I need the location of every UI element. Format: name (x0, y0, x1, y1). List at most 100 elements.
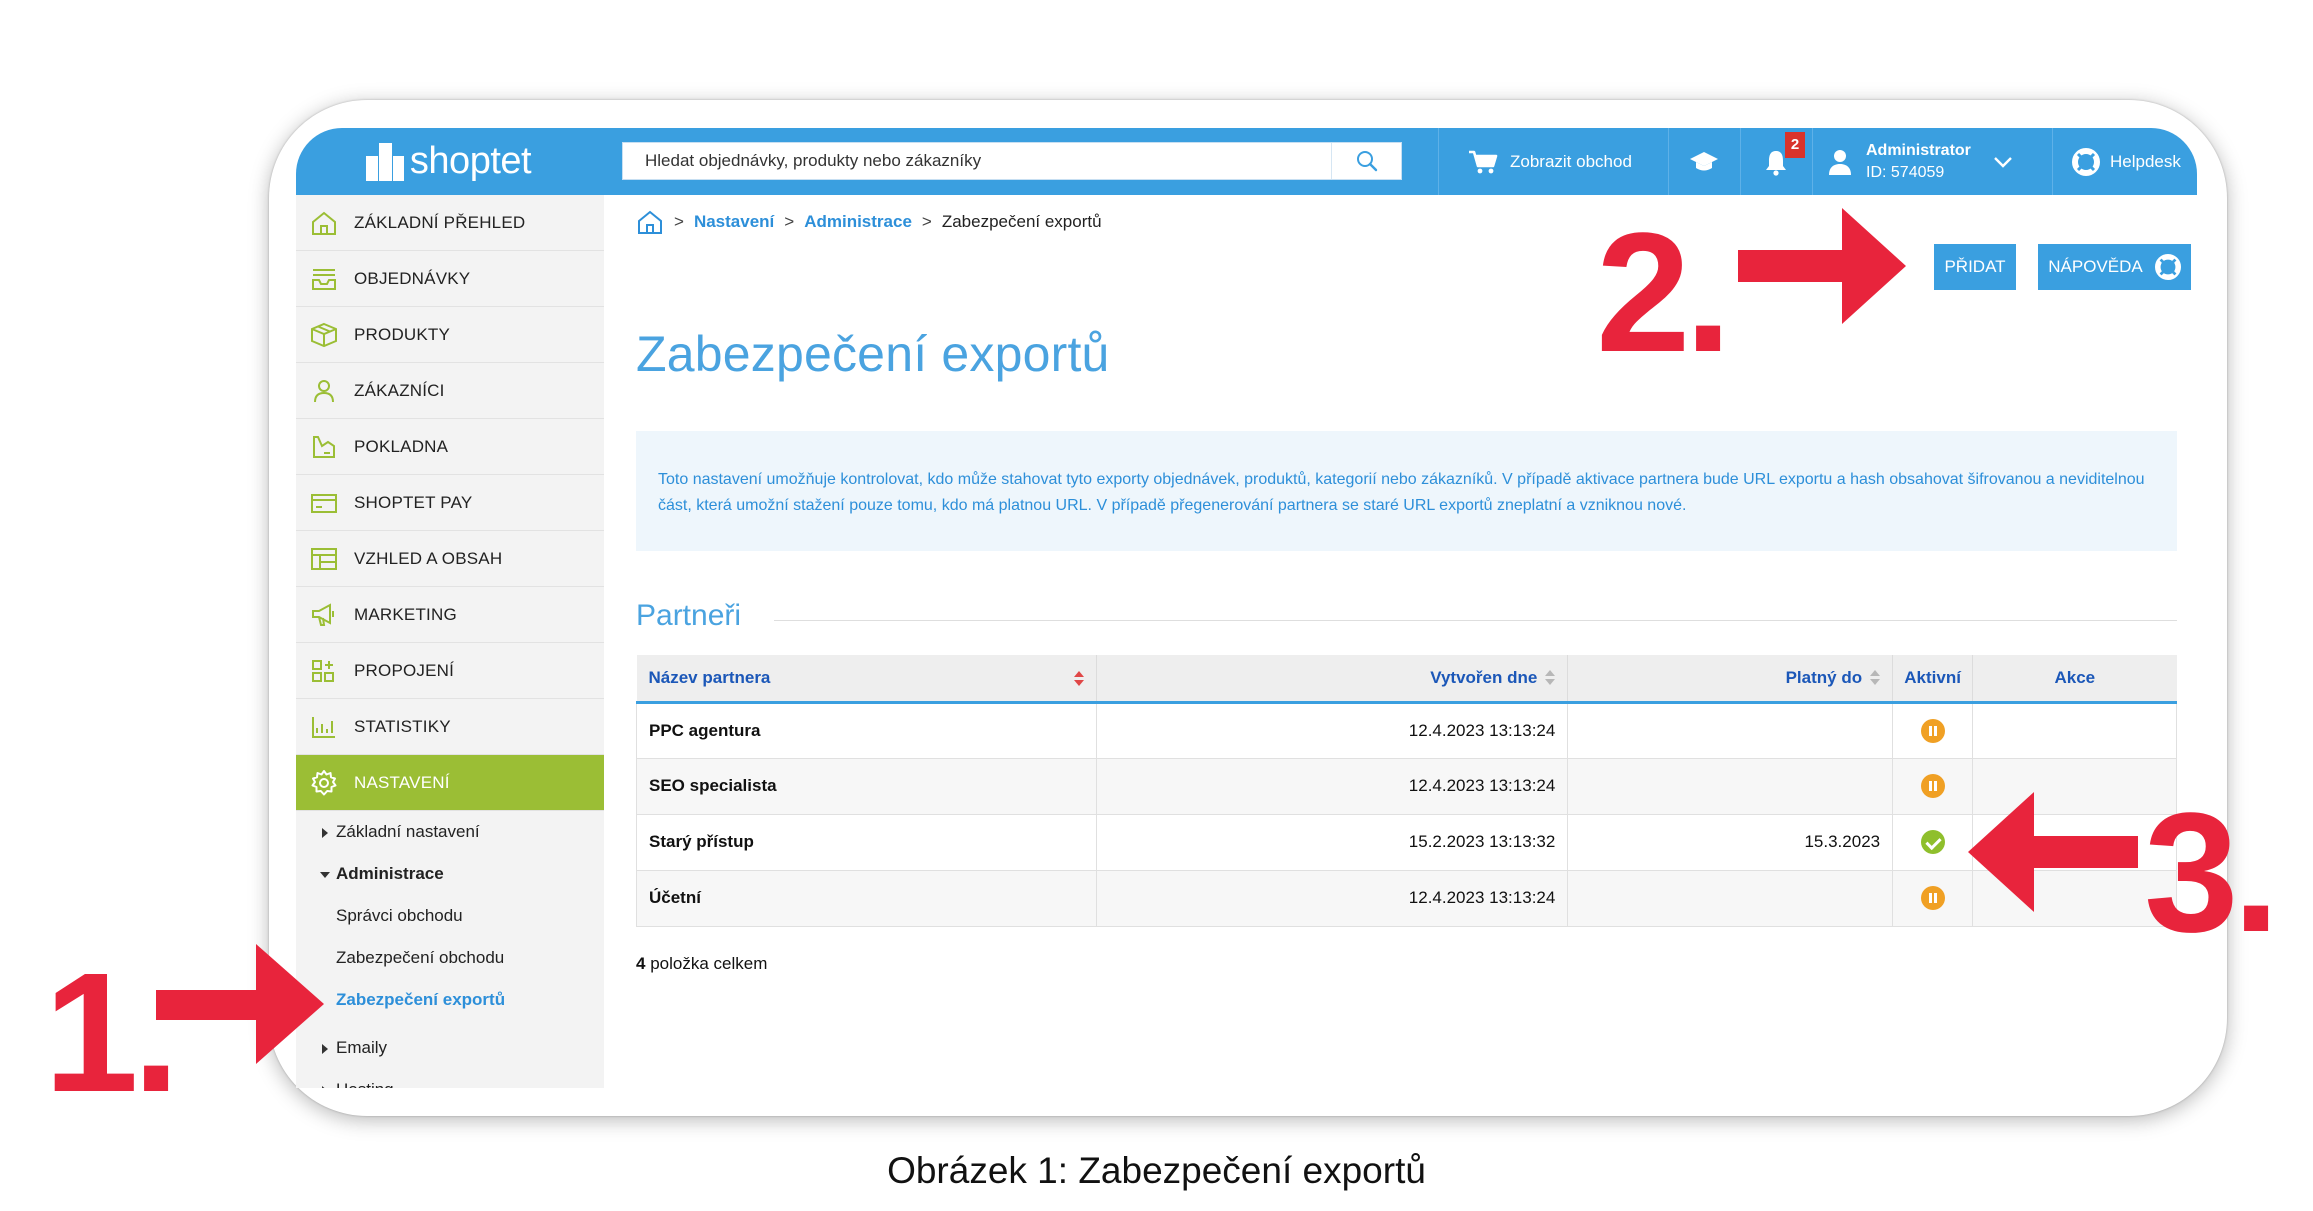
inbox-icon (300, 251, 348, 307)
sidebar-item-dashboard[interactable]: ZÁKLADNÍ PŘEHLED (296, 195, 604, 251)
help-button[interactable]: NÁPOVĚDA (2038, 244, 2191, 290)
active-cell (1892, 757, 1974, 815)
submenu-hosting[interactable]: Hosting (336, 1080, 394, 1088)
table-row[interactable]: SEO specialista 12.4.2023 13:13:24 (636, 757, 2177, 815)
topbar-divider (1438, 128, 1439, 195)
created-date: 12.4.2023 13:13:24 (1095, 869, 1569, 927)
column-header-name[interactable]: Název partnera (636, 655, 1097, 704)
breadcrumb-administration[interactable]: Administrace (804, 212, 912, 232)
user-menu[interactable]: Administrator ID: 574059 (1828, 128, 2022, 195)
section-divider (774, 620, 2177, 621)
breadcrumb-settings[interactable]: Nastavení (694, 212, 774, 232)
academy-button[interactable] (1668, 128, 1740, 195)
breadcrumb: > Nastavení > Administrace > Zabezpečení… (636, 210, 1102, 234)
valid-until (1567, 701, 1894, 759)
search-box[interactable]: Hledat objednávky, produkty nebo zákazní… (622, 142, 1402, 180)
caret-down-icon (320, 872, 330, 878)
logo-mark-icon (365, 142, 404, 181)
created-date: 12.4.2023 13:13:24 (1095, 757, 1569, 815)
sidebar-item-products[interactable]: PRODUKTY (296, 307, 604, 363)
register-icon (300, 419, 348, 475)
partner-name[interactable]: PPC agentura (636, 701, 1097, 759)
active-cell (1892, 813, 1974, 871)
pause-status-icon[interactable] (1920, 718, 1945, 743)
check-status-icon[interactable] (1920, 830, 1945, 854)
item-count-label: položka celkem (650, 954, 768, 973)
layout-icon (300, 531, 348, 587)
submenu-export-security[interactable]: Zabezpečení exportů (336, 990, 505, 1010)
megaphone-icon (300, 587, 348, 643)
shoptet-logo[interactable]: shoptet (296, 128, 601, 195)
sidebar-item-integrations[interactable]: PROPOJENÍ (296, 643, 604, 699)
annotation-number-2: 2. (1596, 198, 1732, 388)
sidebar-item-shoptet-pay[interactable]: SHOPTET PAY (296, 475, 604, 531)
sidebar-item-label: NASTAVENÍ (354, 772, 450, 792)
partner-name[interactable]: Účetní (636, 869, 1097, 927)
notification-badge: 2 (1785, 132, 1805, 158)
sidebar-item-settings[interactable]: NASTAVENÍ (296, 755, 604, 811)
submenu-basic-settings[interactable]: Základní nastavení (336, 822, 480, 842)
sort-icon[interactable] (1545, 670, 1556, 686)
sidebar-item-label: MARKETING (354, 604, 457, 624)
partner-name[interactable]: SEO specialista (636, 757, 1097, 815)
stage: { "app": { "logo_text": "shoptet", "sear… (0, 0, 2313, 1211)
home-icon[interactable] (636, 209, 664, 235)
show-store-button[interactable]: Zobrazit obchod (1468, 128, 1632, 195)
sidebar-item-marketing[interactable]: MARKETING (296, 587, 604, 643)
column-header-created[interactable]: Vytvořen dne (1096, 655, 1569, 704)
helpdesk-button[interactable]: Helpdesk (2072, 128, 2181, 195)
sidebar-item-statistics[interactable]: STATISTIKY (296, 699, 604, 755)
help-button-label: NÁPOVĚDA (2048, 257, 2143, 276)
user-name: Administrator (1866, 141, 1971, 159)
column-header-label: Název partnera (648, 667, 771, 687)
table-row[interactable]: PPC agentura 12.4.2023 13:13:24 (636, 701, 2177, 759)
page-title: Zabezpečení exportů (636, 326, 1110, 382)
submenu-store-admins[interactable]: Správci obchodu (336, 906, 463, 926)
breadcrumb-separator: > (784, 212, 795, 231)
sidebar-item-label: VZHLED A OBSAH (354, 548, 503, 568)
chevron-down-icon (1994, 156, 2012, 168)
pause-status-icon[interactable] (1920, 774, 1945, 798)
sidebar-item-label: STATISTIKY (354, 716, 451, 736)
helpdesk-label: Helpdesk (2110, 151, 2181, 171)
top-bar: shoptet Hledat objednávky, produkty nebo… (296, 128, 2197, 195)
sidebar-item-label: PRODUKTY (354, 324, 451, 344)
sort-icon[interactable] (1073, 671, 1084, 687)
table-header-row: Název partnera Vytvořen dne Platný do Ak… (636, 655, 2177, 704)
breadcrumb-separator: > (921, 212, 932, 231)
partner-name[interactable]: Starý přístup (636, 813, 1097, 871)
pause-status-icon[interactable] (1920, 886, 1945, 910)
sidebar-item-label: POKLADNA (354, 436, 449, 456)
submenu-store-security[interactable]: Zabezpečení obchodu (336, 948, 504, 968)
lifebuoy-icon (2154, 254, 2181, 280)
submenu-emails[interactable]: Emaily (336, 1038, 387, 1058)
sidebar-item-label: SHOPTET PAY (354, 492, 473, 512)
sidebar-item-design[interactable]: VZHLED A OBSAH (296, 531, 604, 587)
sidebar-item-register[interactable]: POKLADNA (296, 419, 604, 475)
column-header-active[interactable]: Aktivní (1892, 655, 1974, 704)
annotation-number-1: 1. (44, 938, 180, 1128)
column-header-valid[interactable]: Platný do (1567, 655, 1894, 704)
figure-caption: Obrázek 1: Zabezpečení exportů (887, 1150, 1426, 1191)
box-icon (300, 307, 348, 363)
card-icon (300, 475, 348, 531)
actions-cell (1972, 701, 2177, 759)
sidebar-item-label: ZÁKAZNÍCI (354, 380, 445, 400)
valid-until: 15.3.2023 (1567, 813, 1894, 871)
search-button[interactable] (1331, 143, 1401, 179)
table-row[interactable]: Účetní 12.4.2023 13:13:24 (636, 869, 2177, 927)
active-cell (1892, 701, 1974, 759)
sidebar-item-orders[interactable]: OBJEDNÁVKY (296, 251, 604, 307)
lifebuoy-icon (2072, 147, 2100, 176)
sort-icon[interactable] (1870, 670, 1881, 686)
graduation-cap-icon (1690, 151, 1718, 170)
app-screen: shoptet Hledat objednávky, produkty nebo… (296, 128, 2197, 1088)
topbar-divider (2052, 128, 2053, 195)
user-id: ID: 574059 (1866, 163, 1945, 181)
search-input[interactable]: Hledat objednávky, produkty nebo zákazní… (623, 151, 1331, 171)
submenu-administration[interactable]: Administrace (336, 864, 444, 884)
table-row[interactable]: Starý přístup 15.2.2023 13:13:32 15.3.20… (636, 813, 2177, 871)
add-button[interactable]: PŘIDAT (1934, 244, 2016, 290)
sidebar-item-customers[interactable]: ZÁKAZNÍCI (296, 363, 604, 419)
plugins-icon (300, 643, 348, 699)
